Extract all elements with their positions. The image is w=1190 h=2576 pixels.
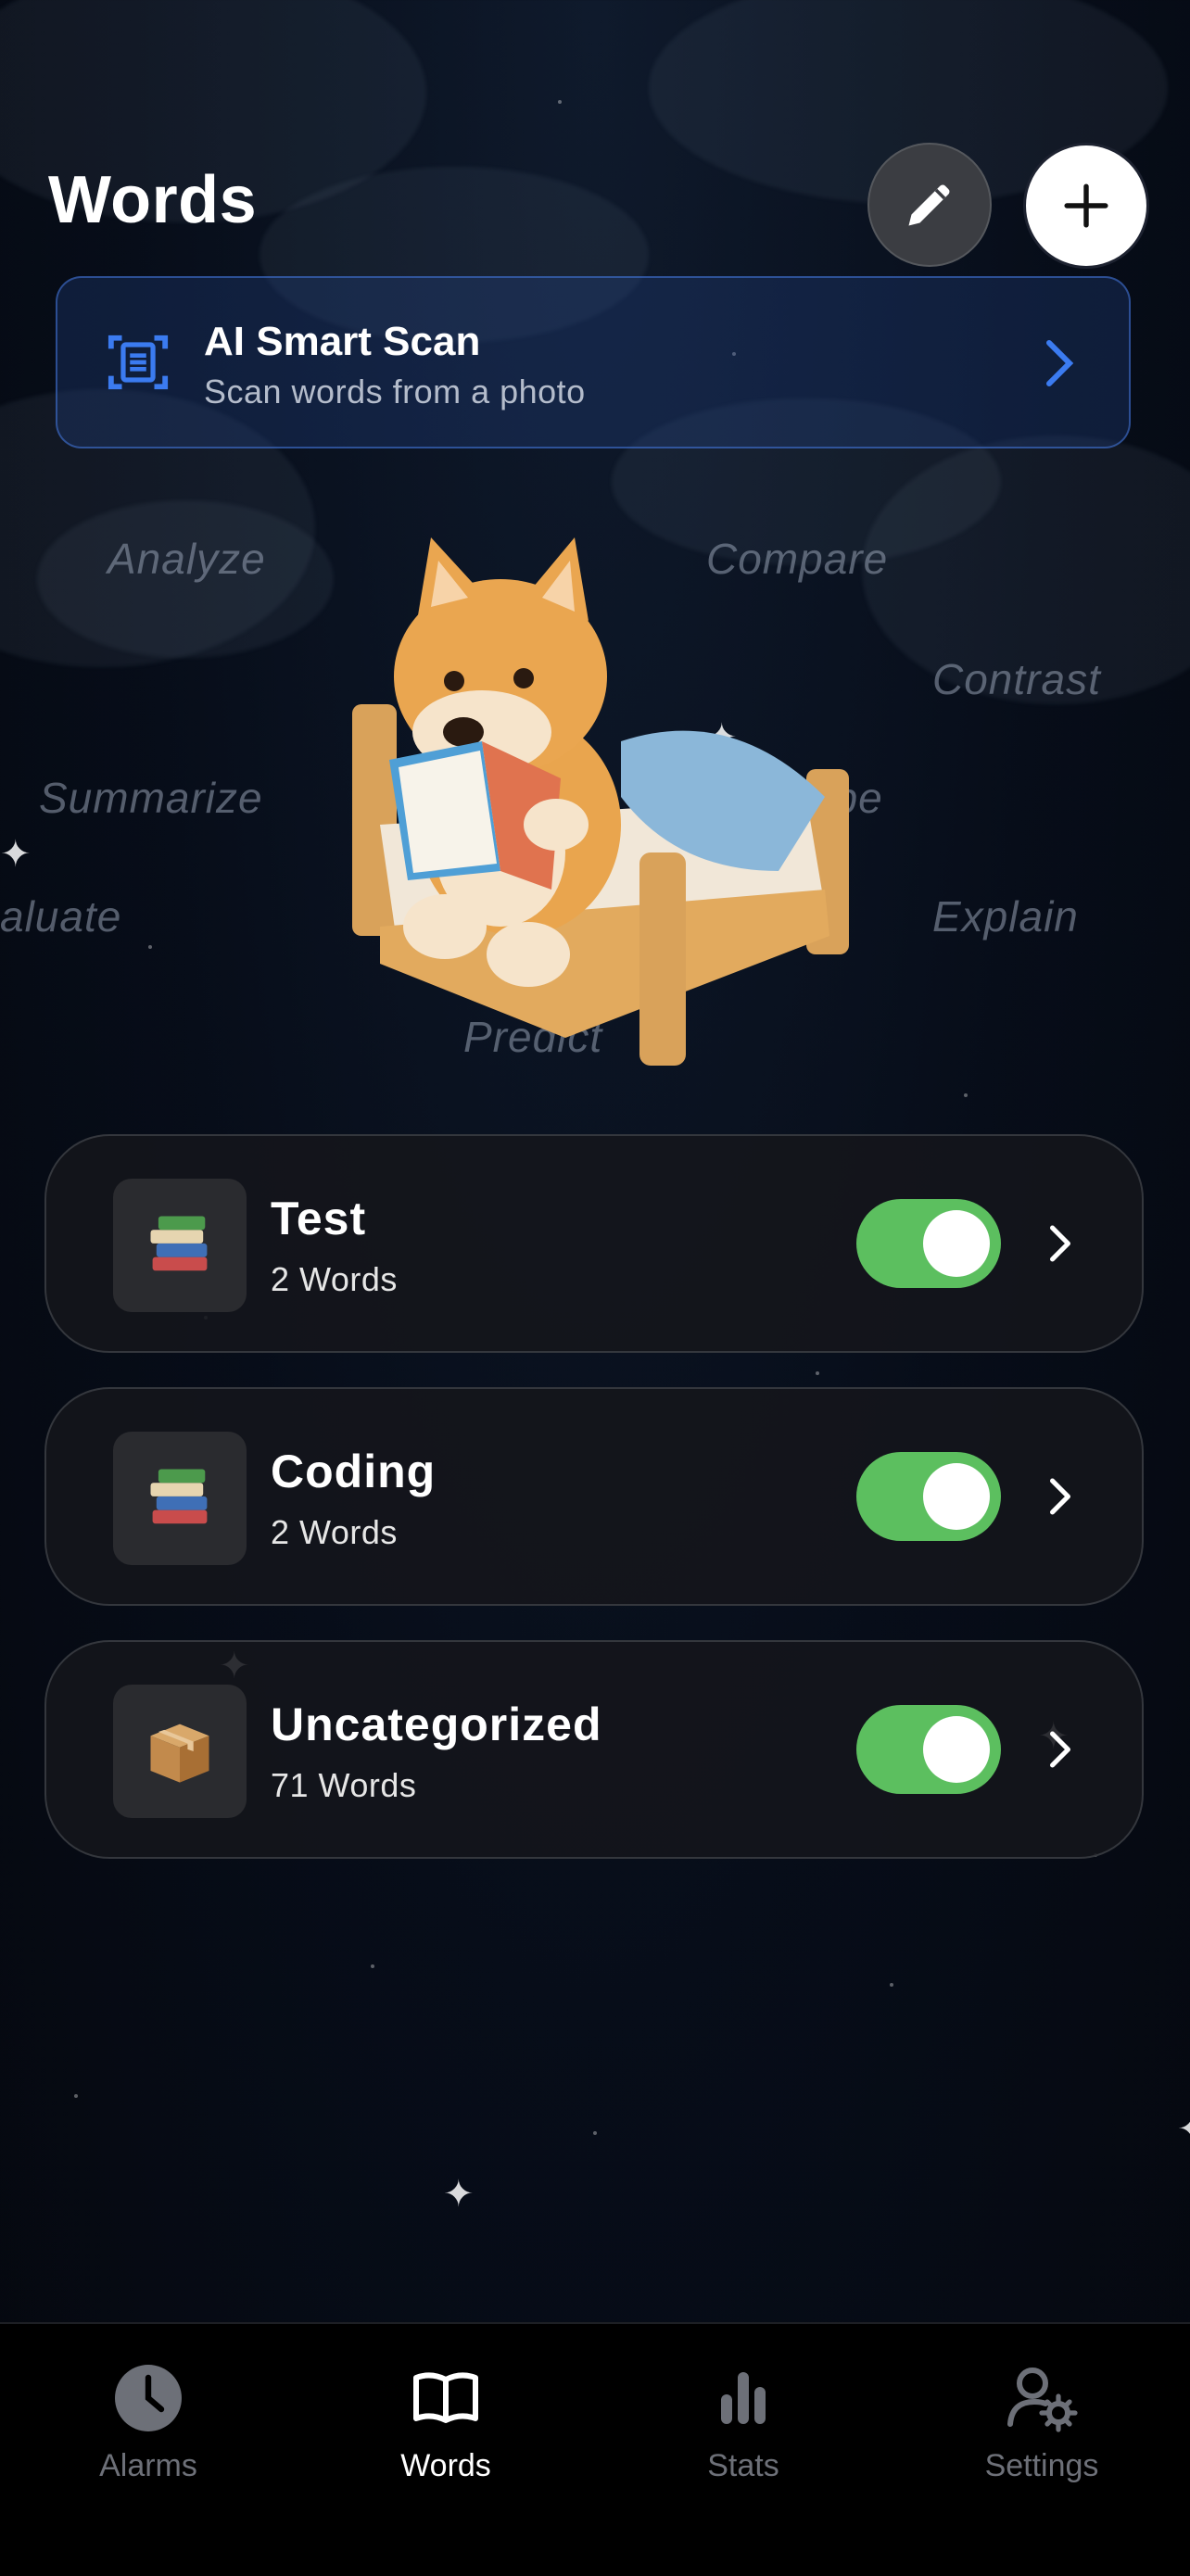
chevron-right-icon[interactable] [1047,1476,1073,1517]
category-word-count: 2 Words [271,1260,398,1298]
bar-chart-icon [721,2372,766,2424]
bottom-tab-bar: Alarms Words Stats Settings [0,2322,1190,2576]
category-toggle[interactable] [856,1705,1001,1794]
toggle-knob [923,1210,990,1277]
category-name: Coding [271,1446,437,1497]
tab-stats[interactable]: Stats [641,2361,845,2484]
plus-icon [1064,183,1108,228]
category-name: Test [271,1193,367,1244]
category-word-count: 71 Words [271,1766,417,1804]
tab-label: Stats [707,2448,779,2483]
scan-card-subtitle: Scan words from a photo [204,373,586,410]
book-icon [413,2372,478,2423]
chevron-right-icon[interactable] [1047,1223,1073,1264]
chevron-right-icon[interactable] [1047,1729,1073,1770]
scan-card-title: AI Smart Scan [204,319,481,364]
floating-word: Explain [932,892,1079,941]
box-icon [113,1685,247,1818]
toggle-knob [923,1463,990,1530]
pencil-icon [908,184,950,226]
books-icon [113,1179,247,1312]
category-toggle[interactable] [856,1452,1001,1541]
category-card-uncategorized[interactable]: Uncategorized 71 Words [44,1640,1144,1859]
toggle-knob [923,1716,990,1783]
category-toggle[interactable] [856,1199,1001,1288]
tab-alarms[interactable]: Alarms [46,2361,250,2484]
edit-button[interactable] [867,143,992,267]
category-card-coding[interactable]: Coding 2 Words [44,1387,1144,1606]
document-scan-icon [108,335,169,390]
category-card-test[interactable]: Test 2 Words [44,1134,1144,1353]
floating-word: aluate [0,892,122,941]
shiba-reading-in-bed-illustration [352,537,849,1066]
floating-word: Contrast [932,655,1101,703]
category-name: Uncategorized [271,1698,602,1750]
floating-word: Analyze [108,535,266,583]
tab-words[interactable]: Words [344,2361,548,2484]
tab-settings[interactable]: Settings [940,2361,1144,2484]
tab-label: Alarms [99,2448,197,2483]
books-icon [113,1432,247,1565]
clock-icon [115,2365,182,2431]
floating-word: Summarize [39,774,263,822]
add-button[interactable] [1023,143,1149,269]
tab-label: Words [400,2448,491,2483]
chevron-right-icon [1046,340,1074,386]
page-title: Words [48,163,258,237]
category-word-count: 2 Words [271,1513,398,1551]
tab-label: Settings [984,2448,1099,2483]
ai-smart-scan-card[interactable]: AI Smart Scan Scan words from a photo [56,276,1131,448]
user-gear-icon [1007,2368,1078,2432]
